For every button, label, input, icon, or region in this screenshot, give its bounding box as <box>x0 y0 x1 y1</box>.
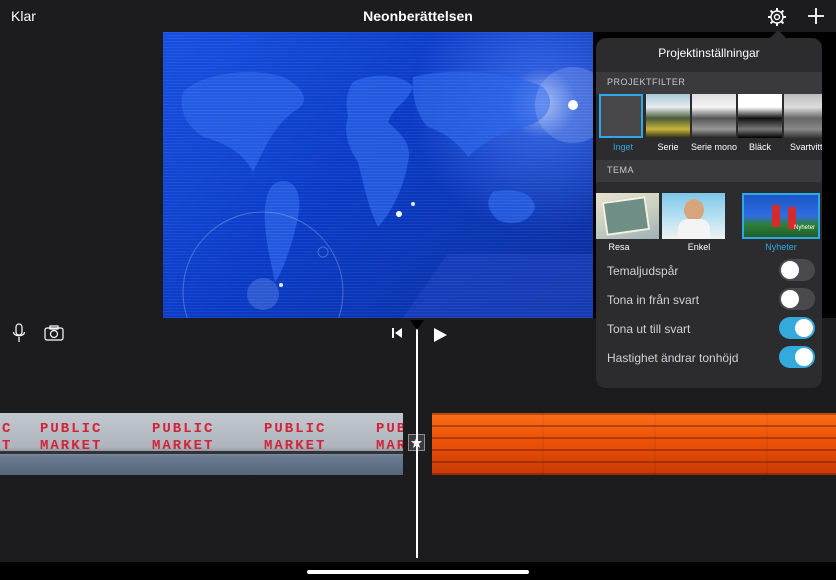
theme-label: Nyheter <box>765 242 797 252</box>
camera-icon[interactable] <box>44 325 64 341</box>
fade-out-toggle[interactable] <box>779 317 815 339</box>
clip-frame: PUBLIC MARKET <box>30 413 143 475</box>
theme-music-label: Temaljudspår <box>607 264 679 278</box>
gear-icon[interactable] <box>767 7 787 27</box>
plus-icon[interactable] <box>805 5 827 27</box>
filter-none[interactable] <box>599 94 643 138</box>
video-clip-market[interactable]: PUBLIC MARKET PUBLIC MARKET PUBLIC MARKE… <box>0 413 403 475</box>
playhead[interactable] <box>416 326 418 558</box>
news-thumb-text: Nyheter <box>794 225 816 231</box>
viewer-background <box>0 32 163 318</box>
speed-pitch-toggle[interactable] <box>779 346 815 368</box>
microphone-icon[interactable] <box>12 323 26 343</box>
theme-travel[interactable] <box>596 193 659 239</box>
clip-frame: PUBLIC MARKET <box>254 413 367 475</box>
play-icon[interactable] <box>432 327 448 343</box>
fade-out-label: Tona ut till svart <box>607 322 691 336</box>
skip-to-start-icon[interactable] <box>391 327 403 339</box>
clip-frame: PUBLIC MARKET <box>366 413 403 475</box>
speed-pitch-label: Hastighet ändrar tonhöjd <box>607 351 739 365</box>
playhead-marker <box>410 320 424 330</box>
clip-frame: PUBLIC MARKET <box>142 413 255 475</box>
filter-ink[interactable] <box>738 94 782 138</box>
fade-in-toggle[interactable] <box>779 288 815 310</box>
popover-title: Projektinställningar <box>658 46 760 60</box>
filter-comic[interactable] <box>646 94 690 138</box>
video-preview[interactable] <box>163 32 593 318</box>
scanline-overlay <box>163 32 593 318</box>
theme-label: Enkel <box>687 242 711 252</box>
project-title: Neonberättelsen <box>363 8 473 24</box>
video-clip-orange[interactable] <box>432 413 836 475</box>
filter-label: Svartvitt <box>790 142 822 152</box>
filter-bw[interactable] <box>784 94 822 138</box>
theme-section-header: TEMA <box>596 160 822 182</box>
theme-simple[interactable] <box>662 193 725 239</box>
fade-in-label: Tona in från svart <box>607 293 700 307</box>
filter-section-header: PROJEKTFILTER <box>596 72 822 94</box>
theme-music-toggle[interactable] <box>779 259 815 281</box>
theme-label: Resa <box>608 242 630 252</box>
project-settings-popover: Projektinställningar PROJEKTFILTER Inget… <box>596 38 822 388</box>
theme-news[interactable]: Nyheter <box>742 193 820 239</box>
filter-comic-mono[interactable] <box>692 94 736 138</box>
home-indicator[interactable] <box>307 570 529 574</box>
